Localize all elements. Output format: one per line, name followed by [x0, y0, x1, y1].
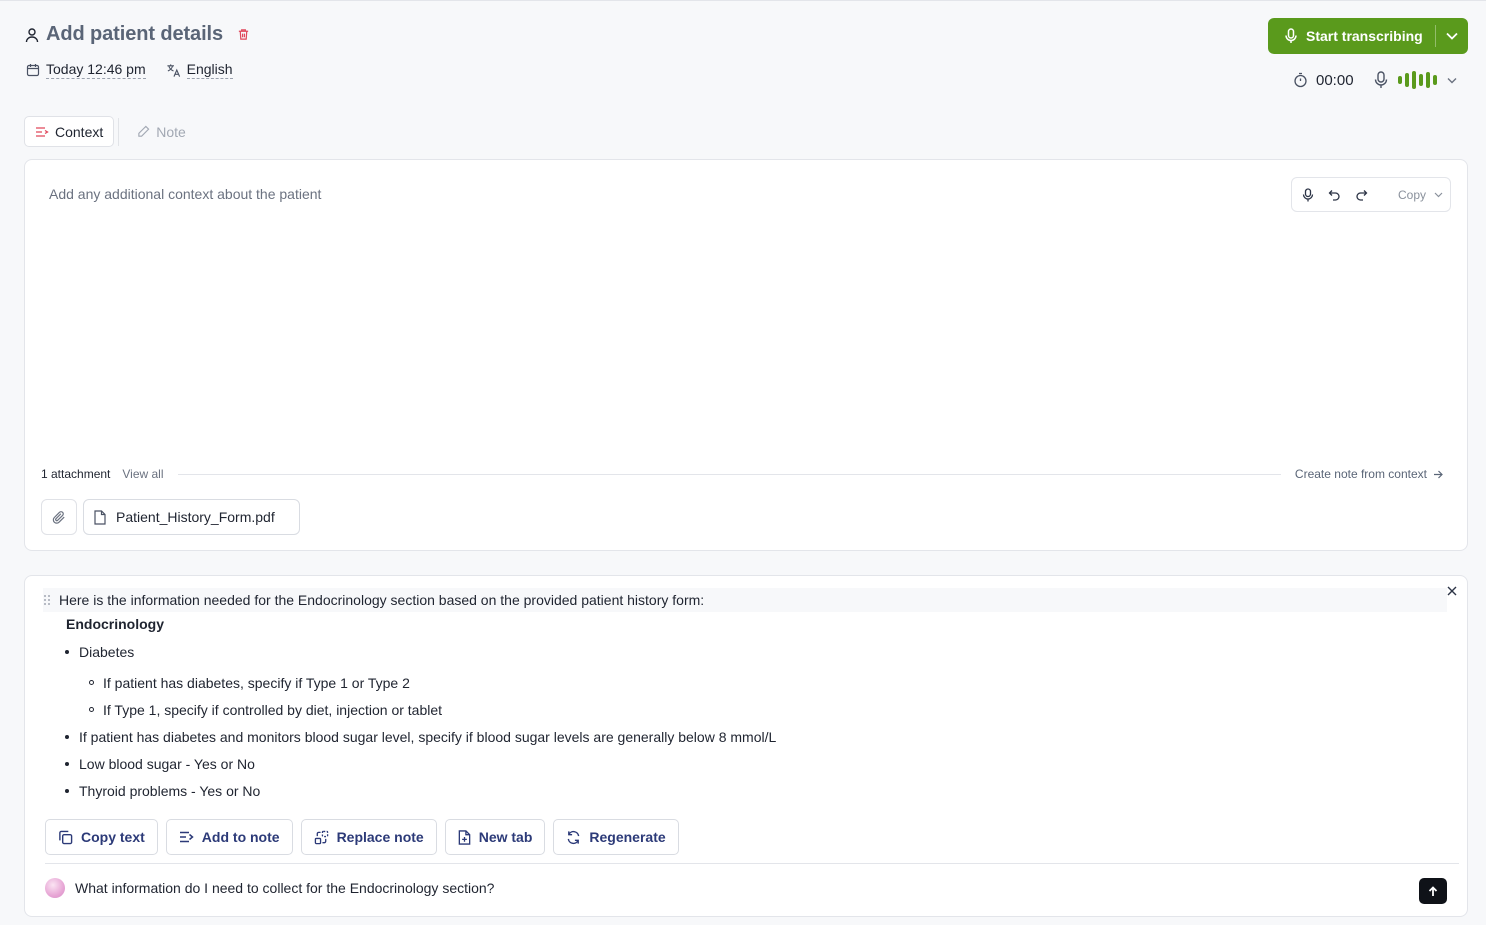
- replace-note-button[interactable]: Replace note: [300, 819, 437, 855]
- list-item: Thyroid problems - Yes or No: [65, 781, 776, 808]
- editor-toolbar: Copy: [1291, 177, 1451, 212]
- section-title: Endocrinology: [66, 616, 164, 632]
- date-picker[interactable]: Today 12:46 pm: [26, 61, 146, 79]
- tab-note-label: Note: [156, 123, 186, 140]
- page-title[interactable]: Add patient details: [46, 23, 223, 46]
- language-picker[interactable]: English: [166, 61, 233, 79]
- paperclip-icon: [52, 510, 67, 525]
- arrow-up-icon: [1428, 885, 1438, 897]
- chevron-down-icon[interactable]: [1447, 77, 1457, 84]
- chevron-down-icon: [1446, 32, 1458, 40]
- recording-status: 00:00: [1293, 71, 1457, 89]
- answer-actions: Copy text Add to note Replace note New t…: [45, 819, 679, 855]
- date-label: Today 12:46 pm: [46, 61, 146, 79]
- send-button[interactable]: [1419, 878, 1447, 904]
- view-all-link[interactable]: View all: [122, 467, 163, 481]
- chevron-down-icon: [1434, 192, 1443, 198]
- page-header: Add patient details: [24, 23, 250, 46]
- dictate-icon[interactable]: [1302, 187, 1314, 202]
- microphone-input-icon[interactable]: [1374, 71, 1388, 89]
- answer-intro: Here is the information needed for the E…: [59, 592, 705, 608]
- close-icon[interactable]: [1447, 586, 1457, 596]
- create-note-label: Create note from context: [1294, 467, 1427, 481]
- arrow-right-icon: [1433, 470, 1443, 479]
- new-tab-button[interactable]: New tab: [444, 819, 546, 855]
- stopwatch-icon: [1293, 72, 1308, 88]
- list-item: If Type 1, specify if controlled by diet…: [65, 700, 776, 727]
- translate-icon: [166, 63, 181, 78]
- answer-intro-row: Here is the information needed for the E…: [43, 588, 1447, 612]
- microphone-icon: [1284, 28, 1298, 44]
- tab-context-label: Context: [55, 123, 104, 140]
- copy-text-label: Copy text: [81, 829, 145, 845]
- start-transcribing-label: Start transcribing: [1306, 28, 1423, 44]
- timer: 00:00: [1316, 71, 1354, 89]
- start-transcribing-button[interactable]: Start transcribing: [1268, 18, 1468, 54]
- attachment-count: 1 attachment: [41, 467, 111, 481]
- new-tab-label: New tab: [478, 829, 533, 845]
- calendar-icon: [26, 63, 40, 77]
- drag-handle-icon[interactable]: [43, 594, 51, 606]
- answer-list: Diabetes If patient has diabetes, specif…: [65, 642, 776, 808]
- user-icon: [24, 27, 40, 43]
- context-panel: Add any additional context about the pat…: [24, 159, 1468, 551]
- add-to-note-label: Add to note: [201, 829, 280, 845]
- meta-row: Today 12:46 pm English: [26, 61, 233, 79]
- regenerate-button[interactable]: Regenerate: [553, 819, 679, 855]
- chat-input-row: What information do I need to collect fo…: [45, 878, 1447, 904]
- tab-note[interactable]: Note: [127, 116, 196, 147]
- audio-level-meter: [1397, 71, 1437, 89]
- copy-text-button[interactable]: Copy text: [45, 819, 158, 855]
- refresh-icon: [566, 830, 581, 845]
- create-note-link[interactable]: Create note from context: [1295, 467, 1443, 481]
- copy-dropdown[interactable]: Copy: [1398, 188, 1443, 202]
- trash-icon[interactable]: [237, 28, 250, 41]
- undo-icon[interactable]: [1328, 189, 1341, 201]
- assistant-orb-icon: [45, 878, 65, 898]
- context-icon: [35, 126, 49, 138]
- attachment-file-name: Patient_History_Form.pdf: [116, 509, 275, 525]
- language-label: English: [186, 61, 233, 79]
- list-item: Diabetes: [65, 642, 776, 669]
- new-document-icon: [458, 829, 471, 845]
- ai-answer-panel: Here is the information needed for the E…: [24, 575, 1468, 917]
- copy-label: Copy: [1398, 187, 1427, 202]
- transcribe-options-dropdown[interactable]: [1436, 18, 1468, 54]
- document-icon: [94, 509, 106, 525]
- tab-context[interactable]: Context: [24, 116, 115, 147]
- replace-note-label: Replace note: [336, 829, 424, 845]
- list-item: If patient has diabetes and monitors blo…: [65, 727, 776, 754]
- copy-icon: [58, 830, 73, 845]
- tab-bar: Context Note: [24, 116, 196, 147]
- attach-file-button[interactable]: [41, 499, 77, 535]
- attachment-bar: 1 attachment View all Create note from c…: [41, 467, 1443, 481]
- attachment-file[interactable]: Patient_History_Form.pdf: [83, 499, 300, 535]
- regenerate-label: Regenerate: [589, 829, 666, 845]
- pencil-icon: [137, 125, 150, 138]
- context-input[interactable]: Add any additional context about the pat…: [49, 186, 321, 202]
- redo-icon[interactable]: [1355, 189, 1368, 201]
- chat-input[interactable]: What information do I need to collect fo…: [75, 880, 494, 896]
- replace-icon: [314, 830, 329, 845]
- add-to-note-icon: [179, 831, 194, 843]
- list-item: Low blood sugar - Yes or No: [65, 754, 776, 781]
- add-to-note-button[interactable]: Add to note: [165, 819, 293, 855]
- list-item: If patient has diabetes, specify if Type…: [65, 673, 776, 700]
